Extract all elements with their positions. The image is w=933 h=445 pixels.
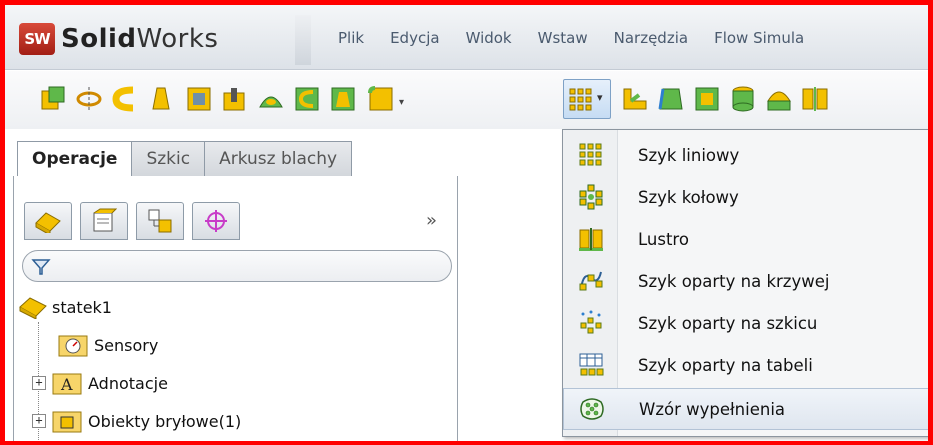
menu-item-fill-pattern[interactable]: Wzór wypełnienia [563, 388, 928, 430]
filter-funnel-icon [31, 259, 51, 275]
menu-item-label: Szyk oparty na tabeli [638, 355, 813, 375]
expand-toggle-icon[interactable]: + [32, 376, 46, 390]
menu-item-curve-driven-pattern[interactable]: Szyk oparty na krzywej [563, 260, 928, 302]
sketch-driven-pattern-icon [580, 310, 601, 334]
curve-driven-pattern-icon [579, 271, 602, 291]
revolved-boss-icon[interactable] [75, 85, 103, 113]
sensors-folder-icon [58, 335, 88, 357]
menu-pin-handle[interactable] [295, 15, 311, 65]
linear-pattern-icon [569, 88, 592, 111]
fillet-icon[interactable] [367, 85, 395, 113]
menu-item-label: Szyk oparty na szkicu [638, 313, 818, 333]
tree-item-solid-bodies[interactable]: + Obiekty bryłowe(1) [18, 402, 448, 440]
swept-cut-icon[interactable] [293, 85, 321, 113]
annotations-folder-icon: A [52, 373, 82, 395]
feature-manager-tab[interactable] [24, 202, 72, 240]
svg-text:A: A [60, 375, 73, 394]
expand-toggle-icon[interactable]: + [32, 414, 46, 428]
pattern-dropdown-arrow-icon: ▾ [597, 91, 603, 104]
main-menu: Plik Edycja Widok Wstaw Narzędzia Flow S… [325, 5, 817, 70]
menu-item-narzedzia[interactable]: Narzędzia [601, 29, 701, 47]
mirror-icon [578, 228, 603, 251]
table-driven-pattern-icon [579, 353, 603, 376]
app-logo[interactable]: SW SolidWorks [19, 23, 218, 55]
menu-item-label: Szyk liniowy [638, 145, 740, 165]
configuration-manager-tab[interactable] [136, 202, 184, 240]
feature-manager-panel: » statek1 Sensory + A Adnotacje + Obiekt… [13, 176, 458, 441]
fillet-dropdown-arrow-icon[interactable]: ▾ [399, 97, 404, 108]
property-manager-icon [93, 208, 117, 232]
extruded-cut-icon[interactable] [185, 85, 213, 113]
wrap-icon[interactable] [729, 85, 757, 113]
menu-item-sketch-driven-pattern[interactable]: Szyk oparty na szkicu [563, 302, 928, 344]
configuration-manager-icon [148, 209, 172, 233]
hole-wizard-icon[interactable] [221, 85, 249, 113]
panel-more-button[interactable]: » [426, 210, 437, 231]
menu-item-widok[interactable]: Widok [453, 29, 525, 47]
logo-bold: Solid [61, 24, 137, 54]
menu-item-label: Lustro [638, 229, 689, 249]
menu-item-linear-pattern[interactable]: Szyk liniowy [563, 134, 928, 176]
features-toolbar: ▾ ▾ [5, 71, 928, 129]
menu-item-table-driven-pattern[interactable]: Szyk oparty na tabeli [563, 344, 928, 386]
dome-icon[interactable] [765, 85, 793, 113]
menu-item-plik[interactable]: Plik [325, 29, 377, 47]
swept-boss-icon[interactable] [111, 85, 139, 113]
tree-item-label: Obiekty bryłowe(1) [88, 411, 242, 431]
tab-operacje[interactable]: Operacje [17, 141, 133, 177]
menu-item-edycja[interactable]: Edycja [377, 29, 452, 47]
screenshot-frame: SW SolidWorks Plik Edycja Widok Wstaw Na… [0, 0, 933, 445]
tree-item-label: statek1 [52, 297, 112, 317]
menu-item-wstaw[interactable]: Wstaw [525, 29, 601, 47]
property-manager-tab[interactable] [80, 202, 128, 240]
feature-filter-input[interactable] [22, 250, 452, 282]
feature-tree-icon [35, 212, 61, 233]
dimxpert-manager-tab[interactable] [192, 202, 240, 240]
circular-pattern-icon [579, 184, 602, 210]
logo-rest: Works [136, 24, 219, 54]
tree-item-label: Adnotacje [88, 373, 168, 393]
tab-szkic[interactable]: Szkic [132, 141, 206, 177]
tree-item-root-part[interactable]: statek1 [18, 288, 448, 326]
dimxpert-icon [205, 210, 227, 232]
pattern-dropdown-menu: Szyk liniowy Szyk kołowy Lustro Szyk opa… [562, 129, 928, 437]
part-icon [19, 297, 47, 319]
menu-item-mirror[interactable]: Lustro [563, 218, 928, 260]
command-manager-tabs: Operacje Szkic Arkusz blachy [17, 141, 353, 177]
logo-text: SolidWorks [61, 24, 218, 54]
menu-item-label: Szyk kołowy [638, 187, 739, 207]
tab-arkusz-blachy[interactable]: Arkusz blachy [205, 141, 353, 177]
lofted-cut-icon[interactable] [329, 85, 357, 113]
tree-item-annotations[interactable]: + A Adnotacje [18, 364, 448, 402]
revolved-cut-icon[interactable] [257, 85, 285, 113]
tree-item-label: Sensory [94, 335, 159, 355]
draft-icon[interactable] [657, 85, 685, 113]
linear-pattern-icon [579, 143, 601, 166]
menu-item-flow-simulation[interactable]: Flow Simula [701, 29, 817, 47]
mirror-toolbar-icon[interactable] [801, 85, 829, 113]
pattern-dropdown-button[interactable]: ▾ [563, 79, 611, 119]
menu-bar: SW SolidWorks Plik Edycja Widok Wstaw Na… [5, 5, 928, 70]
shell-icon[interactable] [693, 85, 721, 113]
lofted-boss-icon[interactable] [147, 85, 175, 113]
extruded-boss-icon[interactable] [39, 85, 67, 113]
feature-tree: statek1 Sensory + A Adnotacje + Obiekty … [18, 288, 448, 440]
rib-icon[interactable] [621, 85, 649, 113]
panel-tabs [24, 202, 240, 240]
tree-item-sensors[interactable]: Sensory [18, 326, 448, 364]
menu-item-circular-pattern[interactable]: Szyk kołowy [563, 176, 928, 218]
menu-item-label: Szyk oparty na krzywej [638, 271, 830, 291]
solid-bodies-folder-icon [52, 411, 82, 433]
menu-item-label: Wzór wypełnienia [639, 399, 786, 419]
logo-badge: SW [19, 23, 55, 55]
fill-pattern-icon [579, 398, 604, 420]
